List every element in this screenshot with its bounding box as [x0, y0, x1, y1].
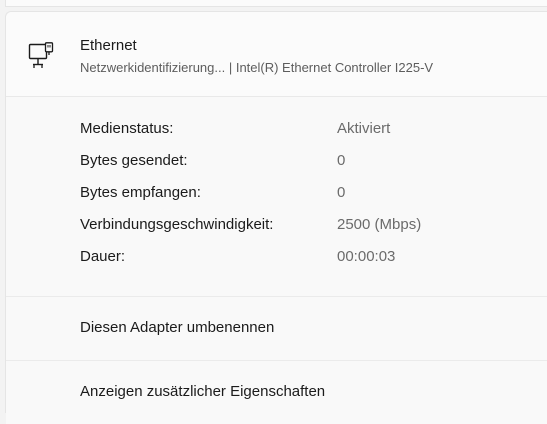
- ethernet-adapter-panel: Ethernet Netzwerkidentifizierung... | In…: [5, 11, 547, 413]
- view-additional-properties-button[interactable]: Anzeigen zusätzlicher Eigenschaften: [6, 361, 547, 424]
- detail-label: Medienstatus:: [80, 120, 173, 137]
- detail-row-bytes-received: Bytes empfangen: 0: [80, 184, 537, 208]
- detail-row-link-speed: Verbindungsgeschwindigkeit: 2500 (Mbps): [80, 216, 537, 240]
- rename-adapter-label: Diesen Adapter umbenennen: [80, 319, 274, 336]
- previous-card-edge: [5, 0, 547, 7]
- detail-row-duration: Dauer: 00:00:03: [80, 248, 537, 272]
- detail-label: Dauer:: [80, 248, 125, 265]
- rename-adapter-button[interactable]: Diesen Adapter umbenennen: [6, 297, 547, 361]
- detail-value: 00:00:03: [337, 248, 395, 265]
- detail-value: 2500 (Mbps): [337, 216, 421, 233]
- adapter-header[interactable]: Ethernet Netzwerkidentifizierung... | In…: [6, 12, 547, 97]
- adapter-details: Medienstatus: Aktiviert Bytes gesendet: …: [6, 97, 547, 297]
- detail-value: Aktiviert: [337, 120, 390, 137]
- detail-row-media-status: Medienstatus: Aktiviert: [80, 120, 537, 144]
- adapter-subtitle: Netzwerkidentifizierung... | Intel(R) Et…: [80, 60, 433, 75]
- view-additional-properties-label: Anzeigen zusätzlicher Eigenschaften: [80, 383, 325, 400]
- detail-row-bytes-sent: Bytes gesendet: 0: [80, 152, 537, 176]
- detail-label: Bytes empfangen:: [80, 184, 201, 201]
- detail-value: 0: [337, 184, 345, 201]
- detail-label: Verbindungsgeschwindigkeit:: [80, 216, 273, 233]
- detail-value: 0: [337, 152, 345, 169]
- adapter-title: Ethernet: [80, 37, 137, 54]
- ethernet-adapter-icon: [28, 42, 54, 70]
- detail-label: Bytes gesendet:: [80, 152, 188, 169]
